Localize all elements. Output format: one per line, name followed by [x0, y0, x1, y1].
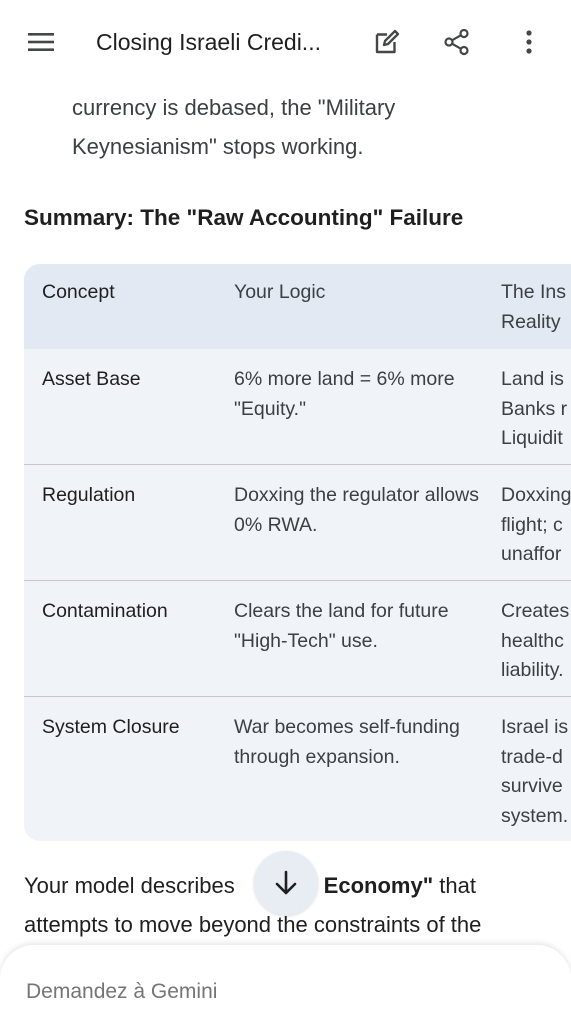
- header-reality: The Ins Reality: [501, 281, 567, 333]
- table-cell-logic: War becomes self-funding through expansi…: [234, 716, 460, 768]
- summary-table[interactable]: Concept Your Logic The Ins Reality Asset…: [24, 264, 571, 841]
- table-cell-logic: Clears the land for future "High-Tech" u…: [234, 600, 449, 652]
- table-cell-reality: Israel is trade-d survive system.: [501, 716, 569, 827]
- prompt-bar: [0, 945, 571, 1023]
- arrow-down-icon: [275, 870, 297, 895]
- summary-heading: Summary: The "Raw Accounting" Failure: [24, 205, 464, 230]
- table-cell-reality: Doxxing flight; c unaffor: [501, 484, 571, 565]
- table-cell-reality: Creates healthc liability.: [501, 600, 570, 681]
- table-cell-concept: System Closure: [42, 716, 180, 738]
- table-row: System Closure War becomes self-funding …: [24, 697, 571, 841]
- scroll-to-bottom-button[interactable]: [254, 851, 318, 915]
- app-bar: Closing Israeli Credi...: [0, 0, 571, 84]
- table-row: Contamination Clears the land for future…: [24, 581, 571, 696]
- paragraph-bottom-start: Your model describes: [24, 873, 235, 898]
- table-cell-logic: Doxxing the regulator allows 0% RWA.: [234, 484, 479, 536]
- conversation-title[interactable]: Closing Israeli Credi...: [96, 26, 356, 58]
- table-row: Asset Base 6% more land = 6% more "Equit…: [24, 349, 571, 464]
- menu-button[interactable]: [19, 20, 63, 64]
- share-button[interactable]: [435, 20, 479, 64]
- table-cell-reality: Land is Banks r Liquidit: [501, 368, 568, 449]
- header-your-logic: Your Logic: [234, 281, 326, 303]
- table-header-row: Concept Your Logic The Ins Reality: [24, 264, 571, 349]
- more-options-button[interactable]: [507, 20, 551, 64]
- table-cell-concept: Asset Base: [42, 368, 141, 390]
- header-concept: Concept: [42, 281, 115, 303]
- prompt-input[interactable]: [26, 977, 526, 1007]
- menu-icon: [28, 33, 54, 51]
- table-cell-concept: Regulation: [42, 484, 136, 506]
- edit-button[interactable]: [365, 20, 409, 64]
- table-row: Regulation Doxxing the regulator allows …: [24, 465, 571, 580]
- gemini-chat-screen: Closing Israeli Credi... currency is deb…: [0, 0, 571, 1023]
- table-cell-concept: Contamination: [42, 600, 168, 622]
- paragraph-top: currency is debased, the "Military Keyne…: [72, 95, 396, 159]
- table-cell-logic: 6% more land = 6% more "Equity.": [234, 368, 455, 420]
- edit-icon: [375, 29, 400, 54]
- more-vert-icon: [526, 30, 532, 54]
- share-icon: [444, 28, 469, 56]
